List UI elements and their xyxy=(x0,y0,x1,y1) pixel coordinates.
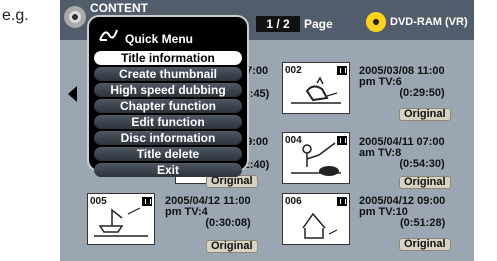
previous-page-arrow-icon[interactable] xyxy=(68,86,77,102)
quick-menu-items: Title information Create thumbnail High … xyxy=(94,51,242,179)
recording-duration: (0:30:08) xyxy=(205,217,251,229)
disc-icon xyxy=(64,6,86,28)
original-badge: Original xyxy=(206,240,258,253)
menu-item-chapter-function[interactable]: Chapter function xyxy=(94,99,242,113)
menu-item-exit[interactable]: Exit xyxy=(94,163,242,177)
menu-item-disc-information[interactable]: Disc information xyxy=(94,131,242,145)
original-badge: Original xyxy=(399,238,451,251)
example-caption: e.g. xyxy=(2,7,29,24)
menu-item-create-thumbnail[interactable]: Create thumbnail xyxy=(94,67,242,81)
menu-item-high-speed-dubbing[interactable]: High speed dubbing xyxy=(94,83,242,97)
thumbnail-002[interactable]: 002 xyxy=(282,62,350,114)
recording-duration: (0:51:28) xyxy=(400,217,446,229)
menu-item-title-delete[interactable]: Title delete xyxy=(94,147,242,161)
boat-illustration-icon xyxy=(94,207,148,237)
original-badge: Original xyxy=(399,108,451,121)
menu-item-edit-function[interactable]: Edit function xyxy=(94,115,242,129)
recording-meta-006: 2005/04/12 09:00 pm TV:10 (0:51:28) xyxy=(359,196,445,229)
screen-title: CONTENT xyxy=(90,1,148,15)
dvd-ram-icon xyxy=(366,12,386,32)
content-screen: CONTENT 1 / 2 Page DVD-RAM (VR) 001 07:0… xyxy=(60,0,474,261)
page-label: Page xyxy=(304,17,333,31)
recording-meta-004: 2005/04/11 07:00 am TV:8 (0:54:30) xyxy=(359,137,445,170)
menu-item-title-information[interactable]: Title information xyxy=(94,51,242,65)
house-illustration-icon xyxy=(302,212,338,239)
quick-menu-title: Quick Menu xyxy=(125,32,194,46)
thumbnail-005[interactable]: 005 xyxy=(87,193,155,245)
quick-menu-icon xyxy=(99,29,118,41)
thumbnail-004[interactable]: 004 xyxy=(282,132,350,184)
recording-meta-005: 2005/04/12 11:00 pm TV:4 (0:30:08) xyxy=(165,196,251,229)
page-indicator: 1 / 2 xyxy=(256,16,300,32)
recording-duration: (0:54:30) xyxy=(399,158,445,170)
cat-illustration-icon xyxy=(291,76,341,104)
recording-duration: (0:29:50) xyxy=(399,87,445,99)
recording-meta-002: 2005/03/08 11:00 pm TV:6 (0:29:50) xyxy=(359,66,445,99)
thumbnail-006[interactable]: 006 xyxy=(282,193,350,245)
original-badge: Original xyxy=(399,176,451,189)
fishing-illustration-icon xyxy=(291,142,341,176)
quick-menu: Quick Menu Title information Create thum… xyxy=(87,15,249,177)
disc-type-label: DVD-RAM (VR) xyxy=(390,16,468,28)
